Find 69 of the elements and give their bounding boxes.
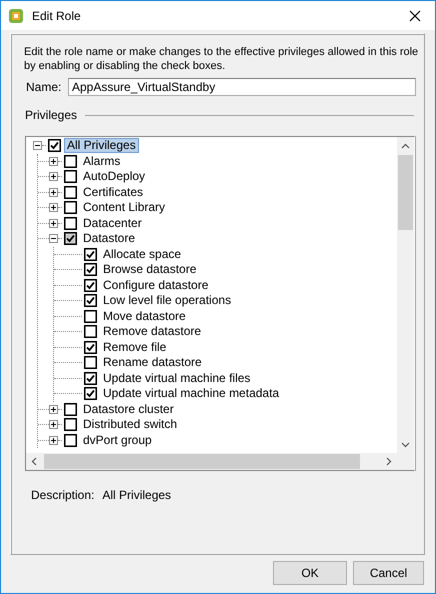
tree-item[interactable]: Low level file operations [100, 293, 234, 308]
expand-icon[interactable] [49, 218, 58, 228]
scroll-thumb[interactable] [398, 155, 413, 230]
tree-item[interactable]: AutoDeploy [80, 169, 148, 184]
window-title: Edit Role [32, 8, 81, 22]
scroll-right-icon[interactable] [386, 457, 392, 466]
tree-item[interactable]: Content Library [80, 200, 168, 216]
tree-item[interactable]: Remove datastore [100, 324, 204, 340]
tree-item[interactable]: Update virtual machine files [100, 370, 254, 386]
tree-item[interactable]: Configure datastore [100, 278, 212, 293]
expand-icon[interactable] [49, 188, 58, 197]
scroll-up-icon[interactable] [401, 143, 410, 149]
checkbox[interactable] [84, 356, 97, 370]
expand-icon[interactable] [49, 436, 58, 445]
tree-item[interactable]: Certificates [80, 184, 146, 200]
checkbox[interactable] [84, 310, 97, 323]
checkbox[interactable] [48, 139, 61, 152]
expand-icon[interactable] [49, 203, 58, 212]
expand-icon[interactable] [49, 404, 58, 414]
tree-item[interactable]: Browse datastore [100, 262, 200, 278]
expand-icon[interactable] [49, 172, 58, 182]
tree-item[interactable]: Remove file [100, 340, 170, 355]
collapse-icon[interactable] [49, 234, 58, 244]
tree-item[interactable]: Datastore [80, 231, 138, 246]
ok-button[interactable]: OK [273, 561, 347, 585]
tree-item[interactable]: Alarms [80, 154, 124, 169]
scroll-down-icon[interactable] [401, 442, 410, 448]
expand-icon[interactable] [49, 156, 58, 166]
cancel-button[interactable]: Cancel [353, 561, 424, 585]
checkbox[interactable] [64, 402, 77, 416]
scroll-left-icon[interactable] [31, 457, 37, 466]
checkbox[interactable] [84, 372, 97, 385]
checkbox[interactable] [64, 232, 77, 246]
name-field[interactable]: AppAssure_VirtualStandby [68, 78, 416, 96]
checkbox[interactable] [64, 216, 77, 230]
name-label: Name: [25, 80, 62, 94]
checkbox[interactable] [84, 278, 97, 292]
tree-item[interactable]: Move datastore [100, 308, 189, 324]
description-label: Description: [31, 488, 94, 502]
tree-item[interactable]: dvPort group [80, 432, 155, 448]
vertical-scrollbar[interactable] [397, 137, 414, 453]
checkbox[interactable] [64, 201, 77, 214]
checkbox[interactable] [64, 170, 77, 184]
tree-item[interactable]: All Privileges [64, 138, 139, 154]
privileges-label: Privileges [25, 108, 78, 122]
scroll-thumb[interactable] [44, 454, 360, 469]
checkbox[interactable] [84, 263, 97, 276]
checkbox[interactable] [84, 340, 97, 354]
checkbox[interactable] [84, 387, 97, 400]
checkbox[interactable] [84, 248, 97, 261]
app-icon [8, 8, 24, 24]
expand-icon[interactable] [49, 420, 58, 430]
horizontal-scrollbar[interactable] [26, 453, 414, 470]
checkbox[interactable] [84, 325, 97, 338]
tree-item[interactable]: Update virtual machine metadata [100, 386, 282, 402]
close-icon[interactable] [409, 10, 421, 22]
description-value: All Privileges [102, 488, 172, 502]
collapse-icon[interactable] [33, 141, 42, 150]
checkbox[interactable] [84, 294, 97, 308]
tree-item[interactable]: Allocate space [100, 246, 184, 262]
tree-item[interactable]: Rename datastore [100, 355, 205, 370]
tree-item[interactable]: Datastore cluster [80, 402, 177, 417]
checkbox[interactable] [64, 186, 77, 199]
checkbox[interactable] [64, 434, 77, 447]
tree-item[interactable]: Distributed switch [80, 417, 180, 432]
checkbox[interactable] [64, 418, 77, 432]
instruction-text: Edit the role name or make changes to the effective privileges allowed in this role by enabling or disabling the check boxes. [24, 45, 420, 73]
checkbox[interactable] [64, 154, 77, 168]
tree-item[interactable]: Datacenter [80, 216, 145, 231]
